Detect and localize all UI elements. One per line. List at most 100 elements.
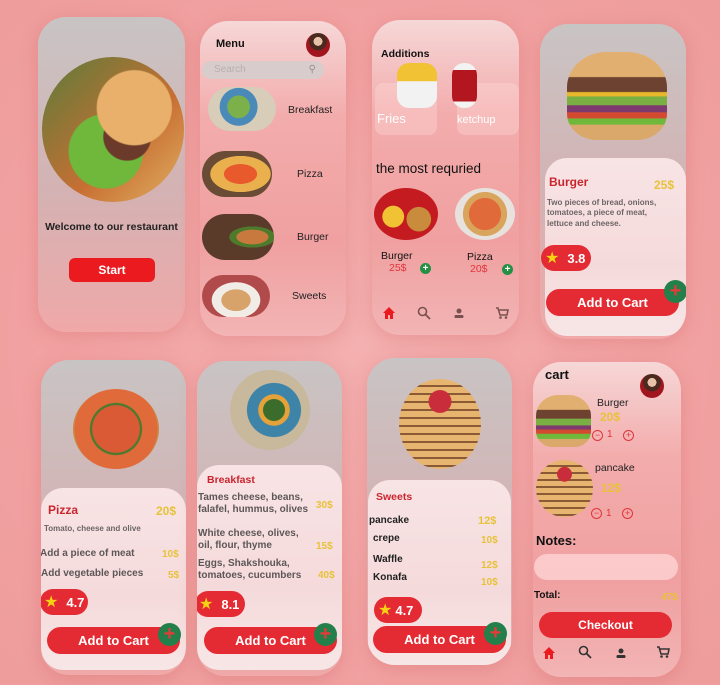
user-avatar[interactable] [306, 33, 330, 57]
burger-fries-image [374, 188, 438, 240]
popular-name: Pizza [467, 251, 493, 263]
home-icon[interactable] [382, 306, 396, 320]
rating-value: 3.8 [567, 250, 586, 266]
burger-info-card: Burger 25$ Two pieces of bread, onions, … [541, 158, 686, 336]
sweets-info-card: Sweets pancake 12$ crepe 10$ Waffle 12$ … [368, 480, 511, 665]
cart-screen: cart Burger 20$ − 1 + pancake 12$ − 1 + … [533, 362, 681, 677]
pancake-image [536, 460, 593, 517]
search-icon: ⚲ [308, 64, 316, 75]
start-button[interactable]: Start [69, 258, 155, 282]
extra-label: Add vegetable pieces [41, 568, 144, 579]
burger-image [202, 214, 274, 260]
cart-title: cart [545, 367, 569, 382]
total-label: Total: [534, 590, 561, 601]
addition-label: ketchup [457, 114, 496, 126]
product-name: Breakfast [207, 474, 255, 486]
add-popular-burger-button[interactable]: + [420, 263, 431, 274]
rating-value: 4.7 [395, 602, 414, 618]
extra-price: 5$ [168, 570, 180, 581]
pancake-image [399, 379, 481, 469]
sweets-detail-screen: Sweets pancake 12$ crepe 10$ Waffle 12$ … [367, 358, 512, 665]
burger-image [536, 395, 591, 447]
breakfast-image [230, 370, 310, 450]
sweet-item-label: crepe [373, 533, 400, 544]
welcome-title: Welcome to our restaurant [45, 221, 178, 233]
product-name: Burger [549, 175, 589, 189]
plus-button[interactable]: + [314, 623, 337, 646]
plus-button[interactable]: + [664, 280, 686, 303]
checkout-button[interactable]: Checkout [539, 612, 672, 638]
category-item-pizza[interactable]: Pizza [202, 151, 342, 197]
category-label: Sweets [292, 290, 327, 302]
category-item-burger[interactable]: Burger [202, 214, 342, 260]
additions-title: Additions [381, 48, 430, 60]
decrease-qty-button[interactable]: − [591, 508, 602, 519]
user-icon[interactable] [614, 646, 628, 660]
sweet-item-label: Konafa [373, 572, 407, 583]
user-icon[interactable] [452, 306, 466, 320]
burger-hero-image [42, 57, 184, 202]
search-input[interactable]: Search ⚲ [202, 61, 324, 79]
burger-detail-screen: Burger 25$ Two pieces of bread, onions, … [540, 24, 686, 339]
ketchup-image [452, 63, 477, 108]
search-placeholder: Search [214, 64, 246, 75]
cart-icon[interactable] [495, 306, 509, 320]
sweet-item-price: 10$ [481, 535, 498, 546]
product-description: Two pieces of bread, onions, tomatoes, a… [547, 198, 657, 228]
search-icon[interactable] [578, 645, 592, 659]
rating-badge: ★ 3.8 [541, 245, 591, 271]
breakfast-option-label: Eggs, Shakshouka, tomatoes, cucumbers [198, 558, 302, 581]
category-item-breakfast[interactable]: Breakfast [204, 87, 344, 131]
rating-value: 4.7 [66, 594, 85, 610]
addition-label: Fries [377, 111, 406, 126]
breakfast-image [208, 87, 276, 131]
burger-image [567, 52, 667, 140]
home-screen: Additions Fries ketchup the most requrie… [372, 20, 519, 335]
add-popular-pizza-button[interactable]: + [502, 264, 513, 275]
category-label: Burger [297, 231, 329, 243]
rating-badge: ★ 4.7 [374, 597, 422, 623]
plus-button[interactable]: + [484, 622, 507, 645]
plus-button[interactable]: + [158, 623, 181, 646]
popular-price: 25$ [389, 262, 407, 274]
star-icon: ★ [44, 594, 59, 611]
increase-qty-button[interactable]: + [622, 508, 633, 519]
cart-item-price: 20$ [600, 410, 621, 424]
sweet-item-price: 12$ [481, 560, 498, 571]
popular-price: 20$ [470, 263, 488, 275]
decrease-qty-button[interactable]: − [592, 430, 603, 441]
popular-item-burger[interactable]: Burger 25$ + [374, 188, 444, 278]
cart-item-qty: 1 [607, 429, 613, 440]
cart-icon[interactable] [656, 645, 670, 659]
sweets-image [202, 275, 270, 317]
search-icon[interactable] [417, 306, 431, 320]
star-icon: ★ [378, 602, 393, 619]
star-icon: ★ [199, 596, 214, 613]
rating-badge: ★ 4.7 [41, 589, 88, 615]
notes-label: Notes: [536, 533, 577, 548]
add-to-cart-button[interactable]: Add to Cart [546, 289, 679, 316]
product-description: Tomato, cheese and olive [44, 524, 141, 533]
breakfast-option-price: 30$ [316, 500, 333, 511]
sweet-item-price: 12$ [478, 515, 497, 527]
category-label: Pizza [297, 168, 323, 180]
fries-image [397, 63, 437, 108]
rating-value: 8.1 [221, 596, 240, 612]
total-value: 47$ [661, 592, 678, 603]
product-price: 20$ [156, 504, 177, 518]
star-icon: ★ [545, 250, 560, 267]
breakfast-option-label: Tames cheese, beans, falafel, hummus, ol… [198, 492, 309, 515]
menu-screen: Menu Search ⚲ Breakfast Pizza Burger Swe… [200, 21, 346, 336]
extra-price: 10$ [162, 549, 179, 560]
rating-badge: ★ 8.1 [197, 591, 245, 617]
breakfast-option-price: 40$ [318, 570, 335, 581]
sweet-item-label: Waffle [373, 554, 403, 565]
notes-input[interactable] [534, 554, 678, 580]
category-item-sweets[interactable]: Sweets [202, 275, 342, 317]
home-icon[interactable] [542, 646, 556, 660]
popular-item-pizza[interactable]: Pizza 20$ + [452, 188, 519, 278]
category-label: Breakfast [288, 104, 333, 116]
increase-qty-button[interactable]: + [623, 430, 634, 441]
user-avatar[interactable] [640, 374, 664, 398]
breakfast-info-card: Breakfast Tames cheese, beans, falafel, … [197, 465, 342, 670]
